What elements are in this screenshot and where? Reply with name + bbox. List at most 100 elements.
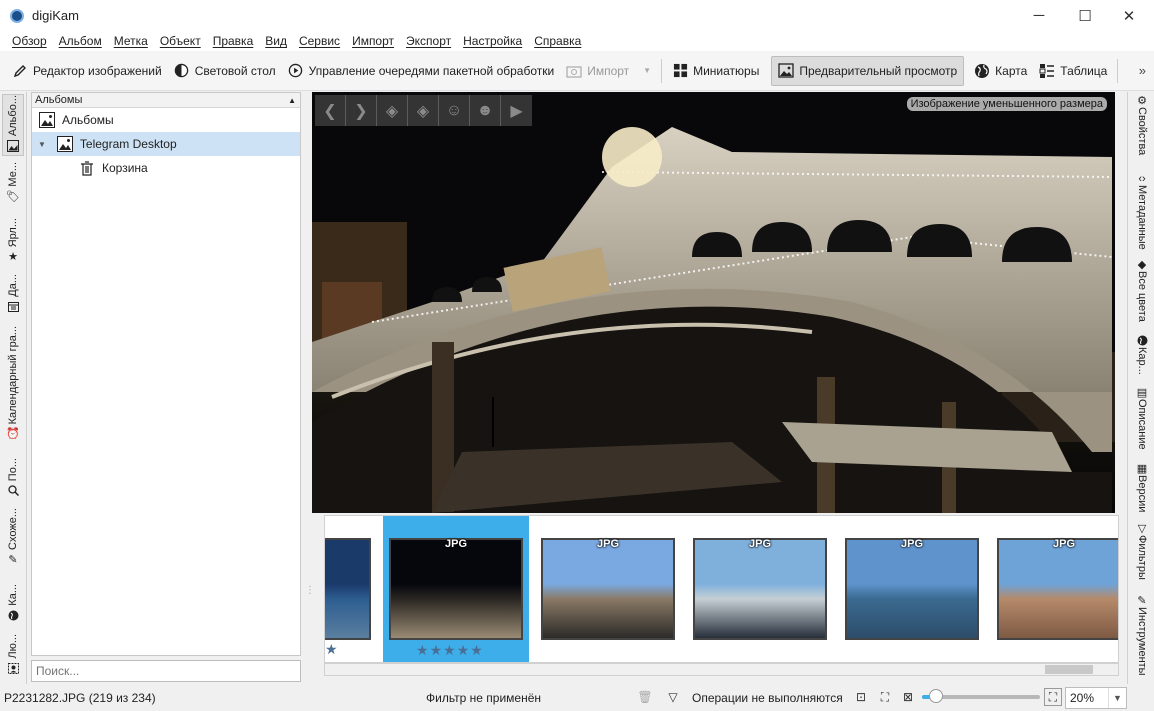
pencil-icon <box>12 63 28 79</box>
batch-queue-button[interactable]: Управление очередями пакетной обработки <box>282 56 561 86</box>
star-icon[interactable]: ★ <box>457 642 470 659</box>
thumbnail-image <box>541 538 675 640</box>
tab-filters[interactable]: ▽ Фильтры <box>1132 522 1152 590</box>
tab-map[interactable]: Ка... <box>2 584 24 628</box>
face-icon <box>7 662 20 675</box>
import-dropdown-icon[interactable]: ▼ <box>643 66 651 75</box>
slideshow-play-icon[interactable]: ▶ <box>501 95 532 126</box>
minimize-button[interactable]: ─ <box>1016 0 1062 31</box>
tab-albums[interactable]: Альбо... <box>2 94 24 156</box>
thumbnails-button[interactable]: Миниатюры <box>666 56 765 86</box>
status-file-info: P2231282.JPG (219 из 234) <box>4 690 156 705</box>
tag-icon: 🏷 <box>6 190 20 203</box>
toolbar-overflow-button[interactable]: » <box>1139 63 1146 78</box>
image-editor-button[interactable]: Редактор изображений <box>6 56 168 86</box>
menu-tag[interactable]: Метка <box>108 34 154 48</box>
table-button[interactable]: Таблица <box>1033 56 1113 86</box>
rotate-left-icon[interactable]: ◈ <box>377 95 408 126</box>
wand-icon: ✎ <box>8 553 18 566</box>
tab-dates[interactable]: Да... <box>2 274 24 320</box>
tab-versions[interactable]: ▦ Версии <box>1132 462 1152 518</box>
menu-import[interactable]: Импорт <box>346 34 400 48</box>
globe-icon <box>974 63 990 79</box>
menu-view[interactable]: Обзор <box>6 34 53 48</box>
preview-toolbar: ❮ ❯ ◈ ◈ ☺ ☻ ▶ <box>315 95 532 126</box>
clock-icon: ⏰ <box>6 428 20 441</box>
albums-header[interactable]: Альбомы ▲ <box>32 93 300 108</box>
tree-item-telegram-desktop[interactable]: ▼ Telegram Desktop <box>32 132 300 156</box>
main-toolbar: Редактор изображений Световой стол Управ… <box>0 51 1154 91</box>
code-icon: ‹› <box>1138 172 1146 185</box>
table-icon <box>1039 63 1055 79</box>
tab-properties[interactable]: ⚙ Свойства <box>1132 94 1152 168</box>
paint-bucket-icon: ◆ <box>1137 259 1147 271</box>
zoom-slider[interactable] <box>922 689 1040 703</box>
star-icon[interactable]: ★ <box>430 642 443 659</box>
thumbnail-item[interactable]: JPG <box>839 516 985 662</box>
menu-tools[interactable]: Сервис <box>293 34 346 48</box>
forward-icon[interactable]: ❯ <box>346 95 377 126</box>
camera-icon <box>566 63 582 79</box>
thumbnail-item[interactable]: JPG <box>991 516 1118 662</box>
rating-stars[interactable]: ★ ★ ★ ★ ★ <box>416 642 483 659</box>
light-table-icon <box>174 63 190 79</box>
close-button[interactable]: ✕ <box>1106 0 1152 31</box>
splitter-handle[interactable]: ⋮ <box>305 585 315 605</box>
window-title: digiKam <box>32 8 79 23</box>
zoom-slider-knob[interactable] <box>929 689 943 703</box>
tab-colors[interactable]: ◆ Все цвета <box>1132 258 1152 330</box>
star-icon[interactable]: ★ <box>325 641 338 658</box>
menu-settings[interactable]: Настройка <box>457 34 528 48</box>
thumbnail-item[interactable]: JPG ★ ★ ★ ★ ★ <box>383 516 529 662</box>
thumbnail-scrollbar[interactable] <box>324 663 1119 676</box>
tab-metadata[interactable]: ‹› Метаданные <box>1132 172 1152 252</box>
thumbnail-item[interactable]: JPG <box>687 516 833 662</box>
face-tag-icon[interactable]: ☺ <box>439 95 470 126</box>
format-label: JPG <box>1052 538 1075 550</box>
back-icon[interactable]: ❮ <box>315 95 346 126</box>
star-icon[interactable]: ★ <box>470 642 483 659</box>
search-icon <box>7 484 20 497</box>
tab-labels[interactable]: Ме... 🏷 <box>2 162 24 212</box>
zoom-in-icon[interactable]: ⛶ <box>1044 688 1062 706</box>
tab-search[interactable]: По... <box>2 458 24 502</box>
tab-calendar-timeline[interactable]: Календарный гра... ⏰ <box>2 326 24 452</box>
album-search-input[interactable] <box>31 660 301 682</box>
add-face-icon[interactable]: ☻ <box>470 95 501 126</box>
menu-edit[interactable]: Правка <box>207 34 260 48</box>
tab-description[interactable]: ▤ Описание <box>1132 386 1152 456</box>
menu-help[interactable]: Справка <box>528 34 587 48</box>
zoom-full-icon[interactable]: ⛶ <box>876 688 894 706</box>
map-button[interactable]: Карта <box>968 56 1033 86</box>
menu-view-mode[interactable]: Вид <box>259 34 293 48</box>
scrollbar-handle[interactable] <box>1045 665 1093 674</box>
star-icon[interactable]: ★ <box>443 642 456 659</box>
light-table-button[interactable]: Световой стол <box>168 56 282 86</box>
zoom-fit-icon[interactable]: ⊡ <box>852 688 870 706</box>
tab-tools[interactable]: ✎ Инструменты <box>1132 594 1152 682</box>
menu-item[interactable]: Объект <box>154 34 207 48</box>
trash-icon[interactable]: 🗑 <box>636 688 654 706</box>
tree-item-albums-root[interactable]: Альбомы <box>32 108 300 132</box>
tab-similarity[interactable]: Схоже... ✎ <box>2 508 24 578</box>
zoom-out-icon[interactable]: ⊠ <box>899 688 917 706</box>
expand-arrow-icon[interactable]: ▼ <box>38 140 46 149</box>
preview-button[interactable]: Предварительный просмотр <box>771 55 965 86</box>
tab-people[interactable]: Лю... <box>2 634 24 678</box>
image-preview[interactable]: ❮ ❯ ◈ ◈ ☺ ☻ ▶ Изображение уменьшенного р… <box>312 92 1115 513</box>
tab-tags[interactable]: Ярл... ★ <box>2 218 24 268</box>
menu-export[interactable]: Экспорт <box>400 34 457 48</box>
thumbnail-image <box>693 538 827 640</box>
tab-geolocation[interactable]: Кар... <box>1132 334 1152 380</box>
import-button[interactable]: Импорт ▼ <box>560 56 657 86</box>
thumbnail-item[interactable]: JPG <box>535 516 681 662</box>
rotate-right-icon[interactable]: ◈ <box>408 95 439 126</box>
menu-album[interactable]: Альбом <box>53 34 108 48</box>
filter-icon[interactable]: ▽ <box>664 688 682 706</box>
star-icon[interactable]: ★ <box>416 642 429 659</box>
album-icon <box>7 139 20 152</box>
filter-icon: ▽ <box>1137 523 1147 535</box>
zoom-select[interactable]: 20% ▼ <box>1065 687 1127 709</box>
tree-item-trash[interactable]: Корзина <box>32 156 300 180</box>
maximize-button[interactable]: ☐ <box>1062 0 1108 31</box>
